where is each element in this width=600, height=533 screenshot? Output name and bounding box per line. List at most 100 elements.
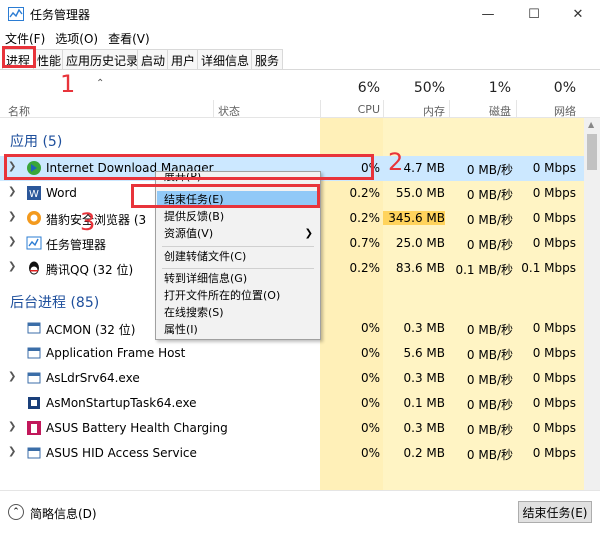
memory-value: 25.0 MB (395, 236, 445, 250)
network-value: 0 Mbps (532, 346, 576, 360)
memory-value: 0.3 MB (403, 371, 445, 385)
svg-text:W: W (29, 189, 39, 200)
disk-value: 0 MB/秒 (466, 163, 513, 177)
annotation-box-idm-row (4, 154, 374, 180)
network-value: 0 Mbps (532, 371, 576, 385)
group-apps-title: 应用 (5) (10, 134, 63, 150)
menu-divider (162, 246, 314, 247)
menu-options[interactable]: 选项(O) (50, 28, 103, 48)
battery-icon (27, 421, 41, 435)
chevron-right-icon[interactable]: ❯ (8, 261, 16, 272)
column-status[interactable]: 状态 (218, 103, 240, 119)
memory-value: 0.2 MB (403, 446, 445, 460)
annotation-number-1: 1 (60, 70, 76, 98)
disk-total[interactable]: 1% (449, 80, 511, 96)
table-row[interactable]: Application Frame Host 0% 5.6 MB 0 MB/秒 … (0, 341, 584, 366)
menu-item-search-online[interactable]: 在线搜索(S) (157, 304, 319, 321)
network-value: 0 Mbps (532, 236, 576, 250)
fewer-details-link[interactable]: 简略信息(D) (30, 505, 97, 522)
cpu-value: 0% (360, 421, 380, 435)
tab-performance[interactable]: 性能 (33, 49, 66, 69)
cpu-value: 0.2% (349, 186, 381, 200)
chevron-right-icon[interactable]: ❯ (8, 236, 16, 247)
network-value: 0 Mbps (532, 446, 576, 460)
chevron-right-icon[interactable]: ❯ (8, 211, 16, 222)
column-cpu[interactable]: CPU (320, 103, 380, 116)
menu-item-feedback[interactable]: 提供反馈(B) (157, 208, 319, 225)
process-name: 猎豹安全浏览器 (3 (46, 213, 147, 227)
network-total[interactable]: 0% (516, 80, 576, 96)
column-name[interactable]: 名称 (8, 103, 30, 119)
table-row[interactable]: ❯ ASUS HID Access Service 0% 0.2 MB 0 MB… (0, 441, 584, 466)
menu-item-label: 资源值(V) (164, 227, 214, 240)
process-name: AsMonStartupTask64.exe (46, 396, 197, 410)
sort-up-icon[interactable]: ⌃ (96, 78, 104, 89)
chevron-right-icon[interactable]: ❯ (8, 371, 16, 382)
process-name: ASUS Battery Health Charging (46, 421, 228, 435)
annotation-number-3: 3 (80, 208, 96, 236)
menu-item-open-file-location[interactable]: 打开文件所在的位置(O) (157, 287, 319, 304)
scroll-up-icon[interactable]: ▲ (588, 120, 594, 129)
minimize-button[interactable]: — (465, 0, 511, 28)
close-button[interactable]: ✕ (555, 0, 600, 28)
table-row[interactable]: ❯ AsLdrSrv64.exe 0% 0.3 MB 0 MB/秒 0 Mbps (0, 366, 584, 391)
column-header: ⌃ 名称 状态 6% CPU 50% 内存 1% 磁盘 0% 网络 (0, 70, 600, 118)
annotation-number-2: 2 (388, 148, 404, 176)
tab-bar: 进程 性能 应用历史记录 启动 用户 详细信息 服务 (0, 48, 600, 70)
network-value: 0 Mbps (532, 161, 576, 175)
tab-users[interactable]: 用户 (167, 49, 200, 69)
asus-icon (28, 397, 40, 409)
disk-value: 0 MB/秒 (466, 398, 513, 412)
memory-total[interactable]: 50% (383, 80, 445, 96)
chevron-right-icon[interactable]: ❯ (8, 421, 16, 432)
menu-item-create-dump[interactable]: 创建转储文件(C) (157, 248, 319, 265)
chevron-right-icon[interactable]: ❯ (8, 446, 16, 457)
table-row[interactable]: AsMonStartupTask64.exe 0% 0.1 MB 0 MB/秒 … (0, 391, 584, 416)
menu-bar: 文件(F) 选项(O) 查看(V) (0, 28, 600, 48)
title-bar: 任务管理器 — ☐ ✕ (0, 0, 600, 28)
menu-file[interactable]: 文件(F) (0, 28, 50, 48)
menu-item-properties[interactable]: 属性(I) (157, 321, 319, 338)
column-network[interactable]: 网络 (516, 103, 576, 119)
memory-value: 5.6 MB (403, 346, 445, 360)
group-background-title: 后台进程 (85) (10, 295, 100, 311)
disk-value: 0.1 MB/秒 (455, 263, 513, 277)
tab-details[interactable]: 详细信息 (197, 49, 254, 69)
vertical-scrollbar[interactable]: ▲ (584, 118, 600, 490)
menu-view[interactable]: 查看(V) (103, 28, 155, 48)
column-disk[interactable]: 磁盘 (449, 103, 511, 119)
tab-services[interactable]: 服务 (251, 49, 284, 69)
disk-value: 0 MB/秒 (466, 188, 513, 202)
scroll-thumb[interactable] (587, 134, 597, 170)
tab-startup[interactable]: 启动 (137, 49, 170, 69)
column-divider (213, 100, 214, 118)
taskmgr-icon (26, 236, 42, 250)
disk-value: 0 MB/秒 (466, 323, 513, 337)
menu-item-go-to-details[interactable]: 转到详细信息(G) (157, 270, 319, 287)
cpu-total[interactable]: 6% (320, 80, 380, 96)
cpu-value: 0.2% (349, 261, 381, 275)
cpu-value: 0.7% (349, 236, 381, 250)
chevron-right-icon[interactable]: ❯ (8, 186, 16, 197)
app-window-icon (27, 322, 41, 334)
memory-value: 0.3 MB (403, 321, 445, 335)
network-value: 0 Mbps (532, 186, 576, 200)
submenu-arrow-icon: ❯ (304, 228, 313, 239)
process-name: Word (46, 186, 77, 200)
app-window-icon (27, 347, 41, 359)
word-icon: W (27, 186, 41, 200)
process-name: AsLdrSrv64.exe (46, 371, 140, 385)
window-title: 任务管理器 (30, 8, 91, 22)
table-row[interactable]: ❯ ASUS Battery Health Charging 0% 0.3 MB… (0, 416, 584, 441)
liebao-icon (27, 211, 41, 225)
menu-item-resource-values[interactable]: 资源值(V) ❯ (157, 225, 319, 242)
annotation-box-end-task (131, 184, 320, 208)
collapse-icon[interactable]: ⌃ (8, 504, 24, 520)
memory-value: 0.3 MB (403, 421, 445, 435)
maximize-button[interactable]: ☐ (511, 0, 557, 28)
column-memory[interactable]: 内存 (383, 103, 445, 119)
memory-value: 345.6 MB (383, 211, 445, 225)
tab-app-history[interactable]: 应用历史记录 (62, 49, 143, 69)
end-task-button[interactable]: 结束任务(E) (518, 501, 592, 523)
network-value: 0 Mbps (532, 421, 576, 435)
